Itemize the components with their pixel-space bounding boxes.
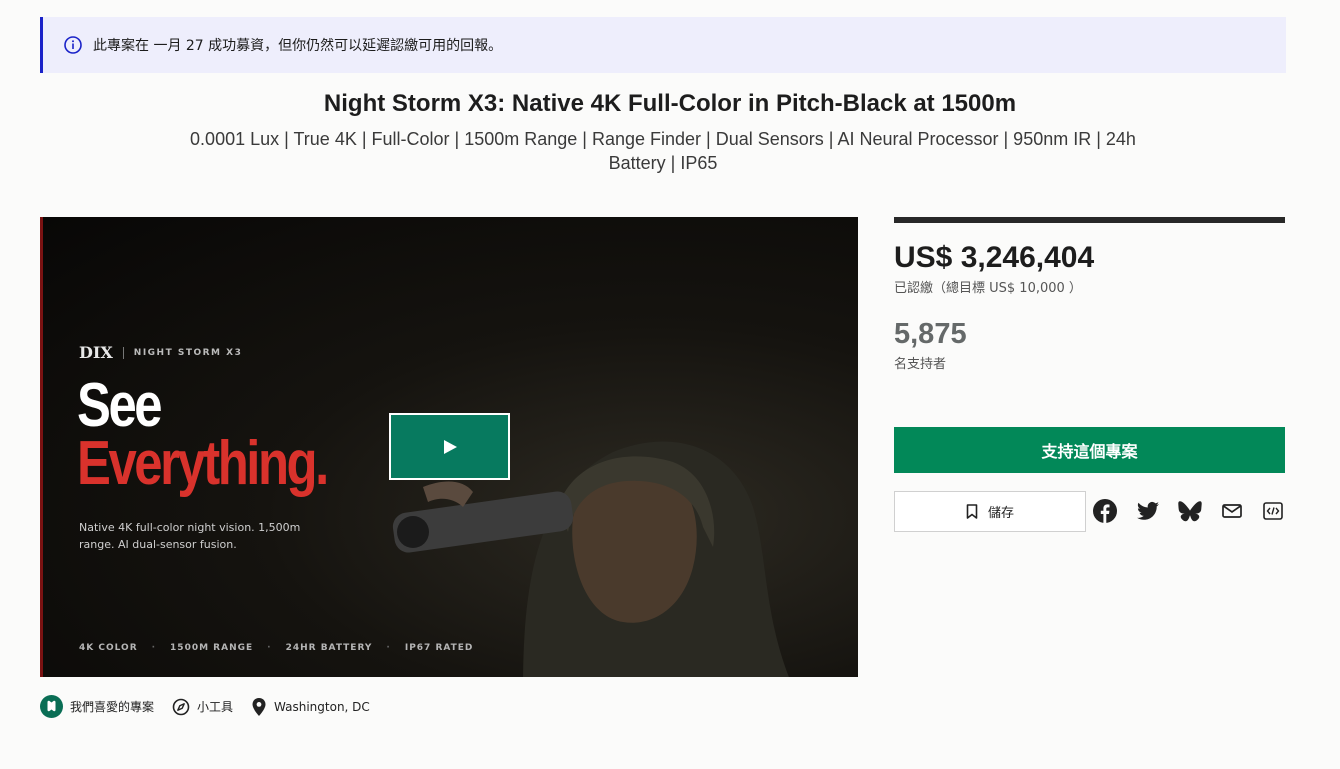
- brand-divider: [122, 346, 124, 359]
- feature-separator: ·: [151, 643, 157, 653]
- pledged-label: 已認繳（總目標 US$ 10,000 ）: [894, 281, 1082, 296]
- feature-separator: ·: [267, 643, 272, 653]
- pledged-amount: US$ 3,246,404: [894, 241, 1095, 274]
- facebook-icon[interactable]: [1093, 499, 1117, 523]
- projects-we-love-badge[interactable]: 我們喜愛的專案: [40, 695, 154, 718]
- model-name: NIGHT STORM X3: [133, 347, 243, 358]
- brand-text: DIX: [79, 343, 113, 362]
- compass-icon: [172, 698, 190, 715]
- feature-item: 24HR BATTERY: [285, 643, 373, 653]
- progress-bar: [894, 217, 1285, 223]
- twitter-icon[interactable]: [1136, 499, 1160, 523]
- brand-logo: DIX NIGHT STORM X3: [79, 343, 242, 362]
- bookmark-icon: [966, 504, 978, 519]
- back-project-button[interactable]: 支持這個專案: [894, 427, 1285, 473]
- headline-see: See: [77, 371, 163, 440]
- info-icon: [63, 35, 83, 55]
- success-notice: 此專案在 一月 27 成功募資，但你仍然可以延遲認繳可用的回報。: [40, 17, 1286, 73]
- project-blurb: 0.0001 Lux | True 4K | Full-Color | 1500…: [190, 129, 1136, 173]
- play-icon: [443, 439, 457, 454]
- backers-count: 5,875: [894, 318, 967, 350]
- headline-everything: Everything.: [77, 429, 329, 498]
- funding-stats: US$ 3,246,404 已認繳（總目標 US$ 10,000 ） 5,875…: [894, 217, 1285, 532]
- kickstarter-love-icon: [40, 695, 63, 718]
- email-icon[interactable]: [1220, 499, 1244, 523]
- feature-item: IP67 RATED: [404, 643, 474, 653]
- notice-text: 此專案在 一月 27 成功募資，但你仍然可以延遲認繳可用的回報。: [93, 38, 503, 54]
- project-video[interactable]: DIX NIGHT STORM X3 See Everything. Nativ…: [40, 217, 858, 677]
- project-meta: 我們喜愛的專案 小工具 Washington, DC: [40, 695, 388, 718]
- project-title: Night Storm X3: Native 4K Full-Color in …: [323, 90, 1017, 117]
- save-label: 儲存: [987, 506, 1014, 521]
- backers-label: 名支持者: [894, 357, 947, 372]
- bluesky-icon[interactable]: [1178, 499, 1202, 523]
- embed-icon[interactable]: [1261, 499, 1285, 523]
- play-button[interactable]: [389, 413, 510, 480]
- video-tagline: Native 4K full-color night vision. 1,500…: [79, 521, 301, 551]
- video-feature-list: 4K COLOR · 1500M RANGE · 24HR BATTERY · …: [79, 643, 473, 653]
- location-link[interactable]: Washington, DC: [251, 697, 370, 717]
- feature-item: 4K COLOR: [79, 643, 138, 653]
- badge-label: 我們喜愛的專案: [70, 700, 155, 714]
- feature-separator: ·: [386, 643, 391, 653]
- feature-item: 1500M RANGE: [170, 643, 254, 653]
- location-pin-icon: [252, 697, 266, 716]
- save-button[interactable]: 儲存: [894, 491, 1086, 532]
- location-label: Washington, DC: [274, 699, 370, 714]
- category-link[interactable]: 小工具: [172, 698, 233, 716]
- category-label: 小工具: [197, 700, 234, 714]
